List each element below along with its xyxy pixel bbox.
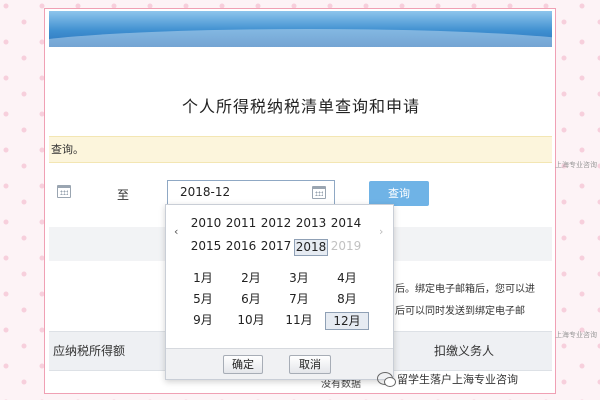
picker-footer: 确定 取消	[166, 348, 393, 379]
month-2[interactable]: 2月	[229, 270, 273, 288]
end-date-calendar-icon[interactable]	[312, 186, 326, 199]
year-2016[interactable]: 2016	[224, 239, 258, 256]
month-10[interactable]: 10月	[229, 312, 273, 330]
header-banner	[49, 11, 552, 47]
year-2013[interactable]: 2013	[294, 216, 328, 233]
column-header-income[interactable]: 应纳税所得额	[53, 332, 125, 370]
year-2012[interactable]: 2012	[259, 216, 293, 233]
browser-page-frame: 个人所得税纳税清单查询和申请 查询。 至 2018-12 查询 后。绑定电子邮箱…	[44, 8, 556, 394]
chevron-right-icon[interactable]: ›	[379, 225, 383, 238]
side-watermark-1: 上海专业咨询	[555, 161, 597, 169]
year-2018-selected[interactable]: 2018	[294, 239, 328, 256]
chevron-left-icon[interactable]: ‹	[174, 225, 178, 238]
month-1[interactable]: 1月	[181, 270, 225, 288]
notice-bar: 查询。	[49, 136, 552, 163]
month-3[interactable]: 3月	[277, 270, 321, 288]
month-12-selected[interactable]: 12月	[325, 312, 369, 330]
month-8[interactable]: 8月	[325, 291, 369, 309]
info-text-line1: 后。绑定电子邮箱后，您可以进	[395, 284, 535, 295]
column-header-withholder[interactable]: 扣缴义务人	[434, 332, 494, 370]
month-4[interactable]: 4月	[325, 270, 369, 288]
query-button[interactable]: 查询	[369, 181, 429, 206]
month-7[interactable]: 7月	[277, 291, 321, 309]
year-2017[interactable]: 2017	[259, 239, 293, 256]
month-picker-popup: ‹ › 2010 2011 2012 2013 2014 2015 2016 2…	[165, 204, 394, 380]
side-watermark-2: 上海专业咨询	[555, 331, 597, 339]
month-5[interactable]: 5月	[181, 291, 225, 309]
year-2010[interactable]: 2010	[189, 216, 223, 233]
info-text-line2: 后可以同时发送到绑定电子邮	[395, 306, 525, 317]
to-label: 至	[117, 188, 130, 202]
notice-text: 查询。	[51, 143, 84, 156]
confirm-button[interactable]: 确定	[223, 355, 263, 374]
year-2019-disabled: 2019	[330, 239, 362, 253]
month-6[interactable]: 6月	[229, 291, 273, 309]
month-11[interactable]: 11月	[277, 312, 321, 330]
calendar-icon[interactable]	[57, 185, 71, 198]
year-2011[interactable]: 2011	[224, 216, 258, 233]
year-2014[interactable]: 2014	[329, 216, 363, 233]
end-date-input[interactable]: 2018-12	[167, 180, 335, 205]
year-2015[interactable]: 2015	[189, 239, 223, 256]
month-9[interactable]: 9月	[181, 312, 225, 330]
wechat-logo-icon	[377, 372, 396, 387]
wechat-watermark-text: 留学生落户上海专业咨询	[397, 373, 518, 386]
end-date-value: 2018-12	[180, 185, 231, 199]
page-title: 个人所得税纳税清单查询和申请	[181, 97, 420, 116]
cancel-button[interactable]: 取消	[289, 355, 331, 374]
